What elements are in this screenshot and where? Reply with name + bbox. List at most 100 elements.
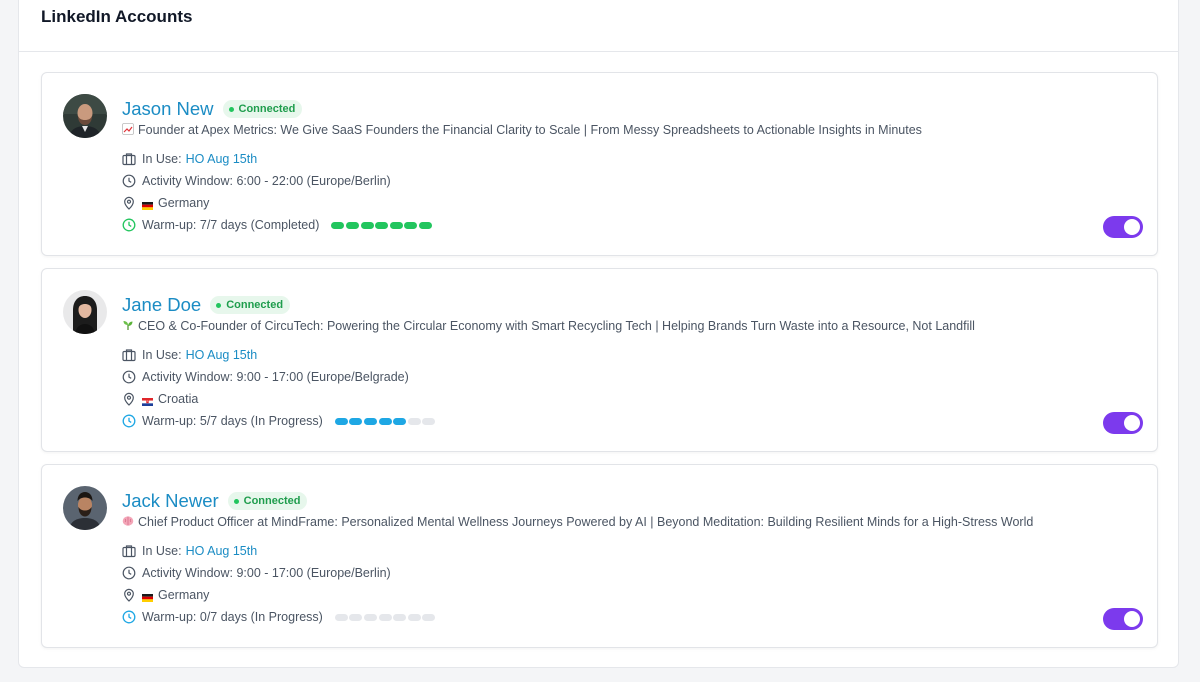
seedling-emoji-icon: [122, 319, 134, 331]
germany-flag-icon: [142, 199, 153, 210]
warmup-segment: [389, 221, 403, 229]
clock-icon: [122, 370, 136, 384]
activity-window-row: Activity Window: 6:00 - 22:00 (Europe/Be…: [122, 174, 391, 188]
warmup-segment: [407, 613, 421, 621]
avatar[interactable]: [63, 486, 107, 530]
warmup-segment: [407, 417, 421, 425]
name-row: Jack Newer Connected: [122, 490, 308, 512]
account-headline: Founder at Apex Metrics: We Give SaaS Fo…: [122, 123, 922, 137]
account-enabled-toggle[interactable]: [1103, 608, 1143, 630]
map-pin-icon: [122, 588, 136, 602]
warmup-segment: [375, 221, 389, 229]
in-use-row: In Use: HO Aug 15th: [122, 152, 257, 166]
warmup-progress: [331, 221, 433, 229]
warmup-segment: [404, 221, 418, 229]
briefcase-icon: [122, 152, 136, 166]
account-headline: CEO & Co-Founder of CircuTech: Powering …: [122, 319, 975, 333]
account-headline: Chief Product Officer at MindFrame: Pers…: [122, 515, 1033, 529]
germany-flag-icon: [142, 591, 153, 602]
warmup-row: Warm-up: 7/7 days (Completed): [122, 218, 434, 232]
avatar[interactable]: [63, 94, 107, 138]
warmup-row: Warm-up: 0/7 days (In Progress): [122, 610, 437, 624]
briefcase-icon: [122, 544, 136, 558]
warmup-segment: [378, 613, 392, 621]
campaign-link[interactable]: HO Aug 15th: [186, 152, 258, 166]
activity-window-text: Activity Window: 9:00 - 17:00 (Europe/Be…: [142, 370, 409, 384]
map-pin-icon: [122, 392, 136, 406]
account-card: Jack Newer Connected Chief Product Offic…: [41, 464, 1158, 648]
account-card: Jane Doe Connected CEO & Co-Founder of C…: [41, 268, 1158, 452]
name-row: Jane Doe Connected: [122, 294, 291, 316]
clock-icon: [122, 174, 136, 188]
warmup-clock-icon: [122, 218, 136, 232]
warmup-segment: [331, 221, 345, 229]
activity-window-row: Activity Window: 9:00 - 17:00 (Europe/Be…: [122, 566, 391, 580]
status-badge: Connected: [227, 492, 308, 510]
warmup-progress: [334, 417, 437, 425]
account-card: Jason New Connected Founder at Apex Metr…: [41, 72, 1158, 256]
headline-text: Chief Product Officer at MindFrame: Pers…: [138, 515, 1034, 529]
brain-emoji-icon: [122, 515, 134, 527]
linkedin-accounts-panel: LinkedIn Accounts Jason New Connected Fo…: [18, 0, 1179, 668]
warmup-segment: [422, 417, 436, 425]
status-badge: Connected: [210, 296, 291, 314]
warmup-segment: [418, 221, 432, 229]
account-name[interactable]: Jason New: [122, 98, 214, 120]
warmup-progress: [334, 613, 437, 621]
warmup-clock-icon: [122, 414, 136, 428]
campaign-link[interactable]: HO Aug 15th: [186, 544, 258, 558]
toggle-knob: [1124, 415, 1140, 431]
account-name[interactable]: Jane Doe: [122, 294, 201, 316]
page-title: LinkedIn Accounts: [41, 7, 193, 26]
map-pin-icon: [122, 196, 136, 210]
warmup-row: Warm-up: 5/7 days (In Progress): [122, 414, 437, 428]
location-row: Germany: [122, 588, 209, 602]
in-use-row: In Use: HO Aug 15th: [122, 544, 257, 558]
activity-window-text: Activity Window: 6:00 - 22:00 (Europe/Be…: [142, 174, 391, 188]
account-enabled-toggle[interactable]: [1103, 216, 1143, 238]
in-use-label: In Use:: [142, 152, 182, 166]
campaign-link[interactable]: HO Aug 15th: [186, 348, 258, 362]
warmup-segment: [349, 613, 363, 621]
location-row: Croatia: [122, 392, 198, 406]
toggle-knob: [1124, 611, 1140, 627]
warmup-segment: [345, 221, 359, 229]
warmup-segment: [349, 417, 363, 425]
activity-window-text: Activity Window: 9:00 - 17:00 (Europe/Be…: [142, 566, 391, 580]
country-name: Croatia: [158, 392, 199, 406]
in-use-label: In Use:: [142, 348, 182, 362]
headline-text: Founder at Apex Metrics: We Give SaaS Fo…: [138, 123, 922, 137]
warmup-segment: [378, 417, 392, 425]
warmup-segment: [422, 613, 436, 621]
warmup-text: Warm-up: 7/7 days (Completed): [142, 218, 320, 232]
warmup-segment: [364, 417, 378, 425]
activity-window-row: Activity Window: 9:00 - 17:00 (Europe/Be…: [122, 370, 409, 384]
warmup-clock-icon: [122, 610, 136, 624]
headline-text: CEO & Co-Founder of CircuTech: Powering …: [138, 319, 975, 333]
toggle-knob: [1124, 219, 1140, 235]
warmup-segment: [393, 613, 407, 621]
in-use-row: In Use: HO Aug 15th: [122, 348, 257, 362]
croatia-flag-icon: [142, 395, 153, 406]
warmup-segment: [393, 417, 407, 425]
warmup-segment: [364, 613, 378, 621]
clock-icon: [122, 566, 136, 580]
warmup-text: Warm-up: 0/7 days (In Progress): [142, 610, 323, 624]
country-name: Germany: [158, 196, 210, 210]
warmup-segment: [334, 613, 348, 621]
status-badge: Connected: [222, 100, 303, 118]
status-dot-icon: [228, 106, 234, 112]
status-dot-icon: [233, 498, 239, 504]
briefcase-icon: [122, 348, 136, 362]
location-row: Germany: [122, 196, 209, 210]
account-name[interactable]: Jack Newer: [122, 490, 219, 512]
account-enabled-toggle[interactable]: [1103, 412, 1143, 434]
avatar[interactable]: [63, 290, 107, 334]
warmup-segment: [360, 221, 374, 229]
chart-emoji-icon: [122, 123, 134, 135]
warmup-text: Warm-up: 5/7 days (In Progress): [142, 414, 323, 428]
name-row: Jason New Connected: [122, 98, 303, 120]
status-dot-icon: [216, 302, 222, 308]
country-name: Germany: [158, 588, 210, 602]
panel-header: LinkedIn Accounts: [19, 0, 1178, 52]
